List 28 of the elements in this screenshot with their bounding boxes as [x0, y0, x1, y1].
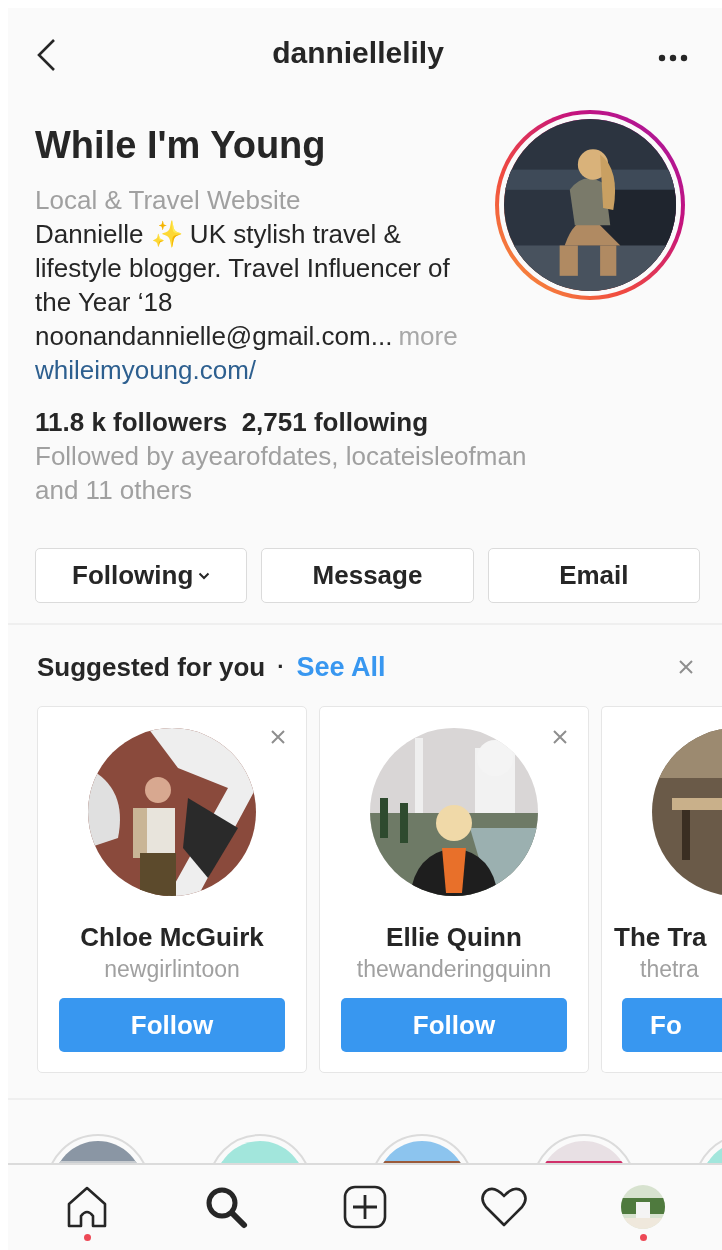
category-label: Local & Travel Website — [35, 184, 302, 217]
close-icon[interactable] — [678, 659, 694, 675]
username-title: danniellelily — [272, 36, 444, 70]
profile-action-button[interactable]: Email — [487, 548, 700, 603]
separator-dot: · — [277, 654, 285, 680]
email-text: noonandannielle@gmail.com... — [35, 321, 393, 351]
profile-action-button[interactable]: Following — [35, 548, 248, 603]
followed-by-text: Followed by ayearofdates, locateisleofman and 11 others — [35, 440, 528, 507]
close-icon[interactable] — [552, 729, 568, 745]
website-link[interactable]: whileimyoung.com/ — [35, 355, 257, 385]
suggested-username: newgirlintoon — [104, 955, 240, 984]
follow-button[interactable]: Fo — [622, 998, 722, 1052]
suggested-username: thewanderingquinn — [356, 955, 552, 984]
profile-name: While I'm Young — [35, 125, 327, 165]
see-all-link[interactable]: See All — [296, 651, 386, 683]
follow-button[interactable]: Follow — [59, 998, 285, 1052]
suggested-name: The Tra — [614, 921, 707, 954]
back-icon[interactable] — [35, 38, 57, 72]
section-title: Suggested for you — [37, 652, 266, 682]
suggested-username: thetra — [640, 955, 699, 984]
close-icon[interactable] — [270, 729, 286, 745]
follow-button[interactable]: Follow — [341, 998, 567, 1052]
more-link[interactable]: more — [398, 321, 458, 351]
suggested-name: Chloe McGuirk — [80, 921, 264, 954]
profile-action-button[interactable]: Message — [261, 548, 474, 603]
more-icon[interactable] — [658, 54, 688, 62]
follow-stats: 11.8 k followers 2,751 following — [35, 406, 430, 439]
suggested-name: Ellie Quinn — [386, 921, 522, 954]
